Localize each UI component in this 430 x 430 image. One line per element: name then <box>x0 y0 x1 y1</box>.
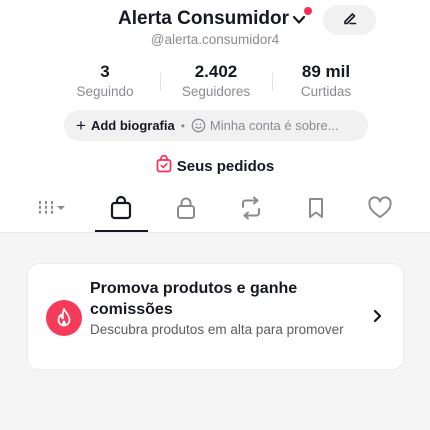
heart-icon <box>367 195 393 225</box>
lock-icon <box>175 196 197 225</box>
account-switch-chevron-icon[interactable] <box>291 13 307 25</box>
shopping-bag-icon <box>109 195 133 226</box>
tab-favorites[interactable] <box>291 193 341 227</box>
stat-following[interactable]: 3 Seguindo <box>65 62 145 99</box>
stat-label: Seguindo <box>76 84 134 99</box>
add-bio-label: Add biografia <box>90 118 175 133</box>
profile-handle: @alerta.consumidor4 <box>150 32 280 47</box>
card-title: Promova produtos e ganhe comissões <box>90 280 298 318</box>
chevron-right-icon <box>370 308 384 329</box>
stat-value: 89 mil <box>301 62 351 81</box>
profile-tabs <box>0 193 430 233</box>
stat-value: 3 <box>100 62 110 81</box>
tab-reposts[interactable] <box>226 193 276 227</box>
tab-videos[interactable] <box>28 193 78 227</box>
stat-divider <box>272 73 273 91</box>
stat-likes[interactable]: 89 mil Curtidas <box>286 62 366 99</box>
notification-dot <box>304 7 312 15</box>
promote-products-card[interactable]: Promova produtos e ganhe comissões Descu… <box>27 263 404 370</box>
profile-name: Alerta Consumidor <box>118 8 290 29</box>
stat-divider <box>160 73 161 91</box>
add-bio-button[interactable]: + Add biografia • Minha conta é sobre... <box>64 110 368 141</box>
repost-icon <box>238 196 264 225</box>
grid-icon <box>36 197 70 224</box>
flame-icon <box>46 300 82 336</box>
bio-separator: • <box>180 118 185 133</box>
orders-link[interactable]: Seus pedidos <box>0 154 430 178</box>
order-bag-icon <box>156 154 172 178</box>
stat-label: Seguidores <box>181 84 251 99</box>
shop-tab-content: Promova produtos e ganhe comissões Descu… <box>0 233 430 430</box>
stat-label: Curtidas <box>300 84 352 99</box>
stat-value: 2.402 <box>194 62 238 81</box>
smile-icon <box>191 118 206 133</box>
plus-icon: + <box>76 116 86 135</box>
edit-profile-button[interactable] <box>323 5 376 35</box>
bio-suggestion: Minha conta é sobre... <box>209 118 339 133</box>
card-subtitle: Descubra produtos em alta para promover <box>90 322 344 337</box>
orders-label: Seus pedidos <box>176 158 275 175</box>
name-row: Alerta Consumidor <box>0 4 430 35</box>
bookmark-icon <box>306 196 326 225</box>
tab-shop[interactable] <box>96 193 146 227</box>
stat-followers[interactable]: 2.402 Seguidores <box>172 62 260 99</box>
profile-header: Alerta Consumidor @alerta.consumidor4 3 … <box>0 0 430 232</box>
pencil-icon <box>342 10 358 31</box>
tab-liked[interactable] <box>355 193 405 227</box>
profile-stats: 3 Seguindo 2.402 Seguidores 89 mil Curti… <box>0 62 430 102</box>
tab-private[interactable] <box>161 193 211 227</box>
